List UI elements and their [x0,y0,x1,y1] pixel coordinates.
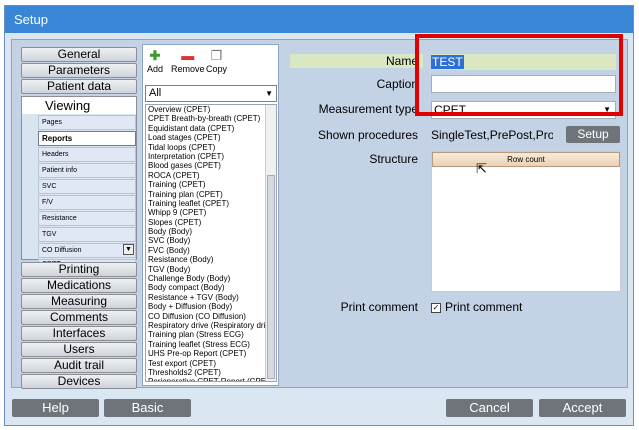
print-comment-checkbox-label: Print comment [445,300,523,314]
report-list-item[interactable]: Overview (CPET) [146,105,268,114]
accept-button[interactable]: Accept [539,399,626,417]
viewing-item-fv[interactable]: F/V [38,195,136,210]
nav-parameters[interactable]: Parameters [21,63,137,78]
viewing-item-svc[interactable]: SVC [38,179,136,194]
plus-icon: ✚ [149,48,161,63]
nav-top: General Parameters Patient data [21,47,137,95]
report-list-item[interactable]: Equidistant data (CPET) [146,124,268,133]
nav-viewing[interactable]: Viewing [22,97,136,114]
report-list-item[interactable]: Challenge Body (Body) [146,274,268,283]
copy-label: Copy [206,64,228,74]
report-list-item[interactable]: Body + Diffusion (Body) [146,302,268,311]
report-list-item[interactable]: FVC (Body) [146,246,268,255]
report-list-item[interactable]: Training leaflet (Stress ECG) [146,340,268,349]
filter-value: All [149,87,162,99]
minus-icon: ▬ [181,48,195,63]
report-list-item[interactable]: Training leaflet (CPET) [146,199,268,208]
scroll-thumb[interactable] [267,175,275,379]
viewing-item-patient-info[interactable]: Patient info [38,163,136,178]
nav-bottom: Printing Medications Measuring Comments … [21,262,137,390]
nav-interfaces[interactable]: Interfaces [21,326,137,341]
mouse-cursor-icon: ⇱ [476,161,487,176]
report-list-panel: ✚ Add ▬ Remove ❐ Copy All ▼ Overview (CP… [142,44,279,386]
report-list-item[interactable]: CPET Breath-by-breath (CPET) [146,114,268,123]
viewing-scroll-down-icon[interactable]: ▼ [123,244,134,255]
report-list-item[interactable]: ROCA (CPET) [146,171,268,180]
report-list-item[interactable]: SVC (Body) [146,236,268,245]
copy-button[interactable]: ❐ Copy [206,48,228,75]
report-list-item[interactable]: Interpretation (CPET) [146,152,268,161]
print-comment-label: Print comment [340,300,418,314]
viewing-item-co-diffusion[interactable]: CO Diffusion [38,243,136,258]
viewing-item-reports[interactable]: Reports [38,131,136,146]
viewing-panel: Viewing Pages Reports Headers Patient in… [21,96,137,265]
name-label: Name [385,54,418,68]
report-list-item[interactable]: Body (Body) [146,227,268,236]
viewing-item-resistance[interactable]: Resistance [38,211,136,226]
viewing-item-tgv[interactable]: TGV [38,227,136,242]
remove-label: Remove [171,64,205,74]
nav-measuring[interactable]: Measuring [21,294,137,309]
report-list-item[interactable]: Tidal loops (CPET) [146,143,268,152]
report-list-item[interactable]: Perioperative CPET Report (CPE [146,377,268,381]
report-listbox[interactable]: Overview (CPET) CPET Breath-by-breath (CP… [145,104,277,382]
add-label: Add [147,64,164,74]
annotation-highlight-box [415,34,623,116]
structure-grid[interactable]: Row count ⇱ [431,151,621,292]
report-list-item[interactable]: CO Diffusion (CO Diffusion) [146,312,268,321]
basic-button[interactable]: Basic [104,399,191,417]
report-list-item[interactable]: Blood gases (CPET) [146,161,268,170]
row-count-header[interactable]: Row count [432,152,620,167]
report-list-item[interactable]: Resistance (Body) [146,255,268,264]
report-list-item[interactable]: Training plan (CPET) [146,190,268,199]
report-list-item[interactable]: Load stages (CPET) [146,133,268,142]
report-list-item[interactable]: TGV (Body) [146,265,268,274]
report-list-item[interactable]: Resistance + TGV (Body) [146,293,268,302]
report-list-item[interactable]: Respiratory drive (Respiratory dri [146,321,268,330]
report-list-item[interactable]: Test export (CPET) [146,359,268,368]
nav-devices[interactable]: Devices [21,374,137,389]
measurement-type-label: Measurement type [318,102,418,116]
chevron-down-icon: ▼ [265,89,273,98]
shown-procedures-value: SingleTest,PrePost,Prov [431,128,553,142]
procedures-setup-button[interactable]: Setup [566,126,620,143]
report-list-item[interactable]: Thresholds2 (CPET) [146,368,268,377]
caption-label: Caption [376,77,418,91]
print-comment-checkbox[interactable]: ✓ Print comment [431,300,522,314]
report-list-item[interactable]: Training plan (Stress ECG) [146,330,268,339]
window-title: Setup [5,6,633,33]
copy-icon: ❐ [210,48,223,63]
nav-printing[interactable]: Printing [21,262,137,277]
report-list-item[interactable]: Whipp 9 (CPET) [146,208,268,217]
report-list-item[interactable]: Body compact (Body) [146,283,268,292]
cancel-button[interactable]: Cancel [446,399,533,417]
nav-general[interactable]: General [21,47,137,62]
shown-procedures-label: Shown procedures [317,128,418,142]
remove-button[interactable]: ▬ Remove [171,48,205,75]
structure-label: Structure [369,152,418,166]
report-filter-select[interactable]: All ▼ [145,85,277,102]
report-list-item[interactable]: Slopes (CPET) [146,218,268,227]
report-list-item[interactable]: Training (CPET) [146,180,268,189]
nav-audit-trail[interactable]: Audit trail [21,358,137,373]
nav-patient-data[interactable]: Patient data [21,79,137,94]
report-list-item[interactable]: UHS Pre-op Report (CPET) [146,349,268,358]
nav-medications[interactable]: Medications [21,278,137,293]
nav-users[interactable]: Users [21,342,137,357]
nav-comments[interactable]: Comments [21,310,137,325]
checkbox-checked-icon[interactable]: ✓ [431,302,441,313]
help-button[interactable]: Help [12,399,99,417]
viewing-item-pages[interactable]: Pages [38,115,136,130]
viewing-item-headers[interactable]: Headers [38,147,136,162]
add-button[interactable]: ✚ Add [147,48,164,75]
report-list-scrollbar[interactable] [265,105,276,381]
